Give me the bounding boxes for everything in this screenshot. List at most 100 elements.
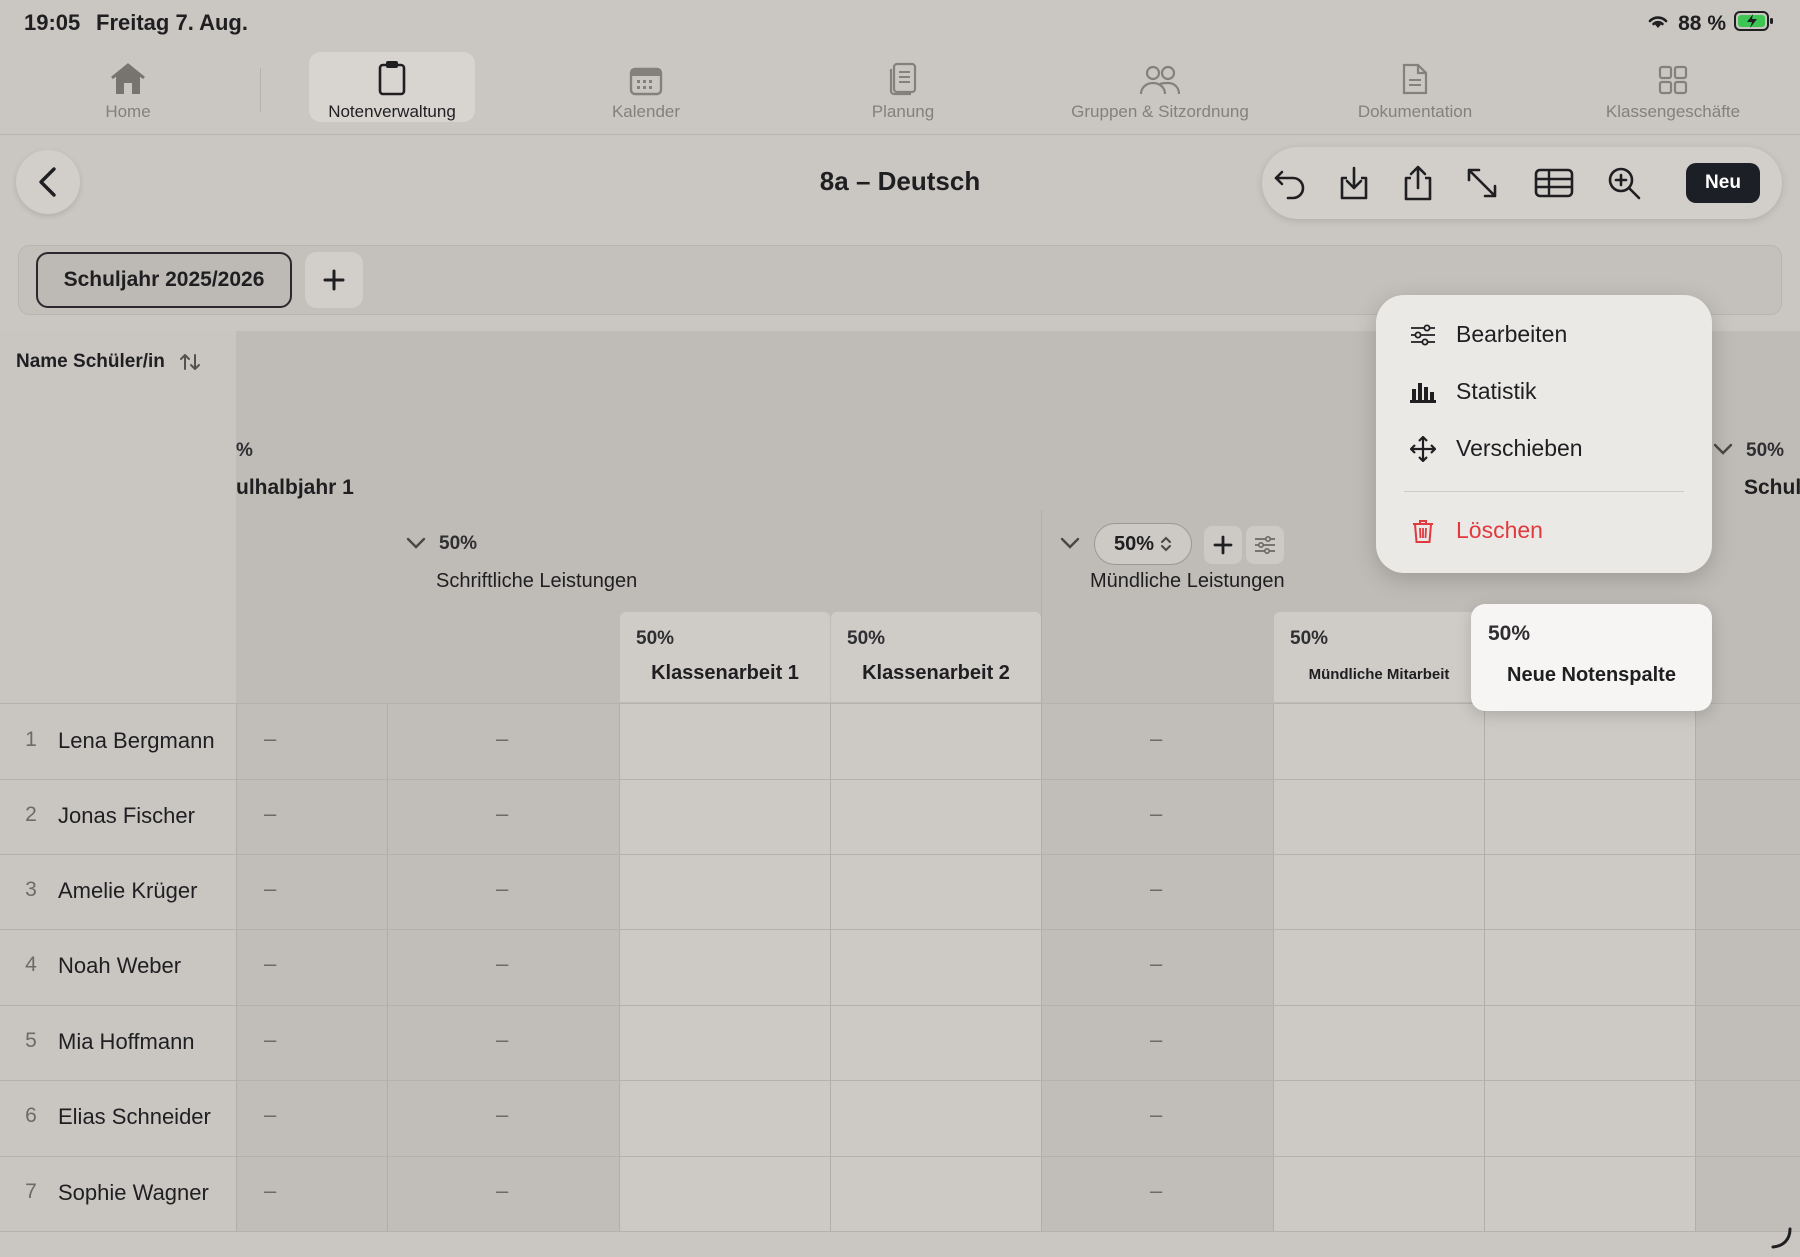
table-row[interactable]: 7 Sophie Wagner – – –	[0, 1157, 1800, 1231]
written-pct: 50%	[439, 533, 478, 554]
tab-gruppen[interactable]: Gruppen & Sitzordnung	[1058, 52, 1262, 122]
table-icon	[1534, 168, 1574, 198]
table-row[interactable]: 6 Elias Schneider – – –	[0, 1081, 1800, 1156]
student-name: Elias Schneider	[58, 1104, 211, 1129]
table-view-button[interactable]	[1534, 165, 1574, 201]
tab-dokumentation[interactable]: Dokumentation	[1345, 52, 1485, 122]
halfyear-grade[interactable]: –	[264, 951, 276, 977]
oral-grade[interactable]: –	[1150, 1102, 1162, 1128]
halfyear-grade[interactable]: –	[264, 876, 276, 902]
oral-pct: 50%	[1113, 532, 1155, 555]
tab-notenverwaltung[interactable]: Notenverwaltung	[309, 52, 475, 122]
row-number: 2	[25, 803, 37, 826]
written-grade[interactable]: –	[496, 1102, 508, 1128]
menu-item-edit[interactable]: Bearbeiten	[1410, 321, 1567, 348]
column-title: Neue Notenspalte	[1507, 664, 1676, 686]
sort-arrows-icon	[179, 354, 200, 370]
column-context-menu: Bearbeiten Statistik Verschieben Löschen	[1376, 295, 1712, 573]
written-collapse[interactable]	[405, 532, 427, 559]
menu-item-edit-label: Bearbeiten	[1456, 321, 1568, 347]
halfyear-2-collapse[interactable]	[1712, 438, 1734, 465]
sort-by-name[interactable]: Name Schüler/in	[16, 351, 201, 373]
battery-charging-icon	[1734, 11, 1774, 37]
menu-item-move[interactable]: Verschieben	[1410, 435, 1583, 462]
plus-icon	[1213, 535, 1233, 555]
oral-grade[interactable]: –	[1150, 726, 1162, 752]
column-pct: 50%	[847, 628, 886, 649]
calendar-icon	[629, 67, 663, 96]
toolbar: Neu	[1262, 147, 1782, 219]
written-grade[interactable]: –	[496, 1178, 508, 1204]
back-button[interactable]	[16, 150, 80, 214]
table-row[interactable]: 4 Noah Weber – – –	[0, 930, 1800, 1005]
grid-icon	[1658, 65, 1688, 95]
menu-item-delete[interactable]: Löschen	[1410, 517, 1543, 544]
top-tab-bar: Home Notenverwaltung Kalender Planung Gr…	[0, 52, 1800, 135]
share-button[interactable]	[1400, 165, 1436, 201]
column-header-klassenarbeit-1[interactable]: 50% Klassenarbeit 1	[620, 612, 830, 702]
table-row[interactable]: 2 Jonas Fischer – – –	[0, 780, 1800, 854]
column-header-muendliche-mitarbeit[interactable]: 50% Mündliche Mitarbeit	[1274, 612, 1484, 702]
people-icon	[1139, 65, 1181, 95]
category-settings-button[interactable]	[1246, 526, 1284, 564]
written-title: Schriftliche Leistungen	[436, 570, 638, 592]
expand-button[interactable]	[1464, 165, 1500, 201]
oral-grade[interactable]: –	[1150, 1178, 1162, 1204]
undo-button[interactable]	[1272, 165, 1308, 201]
halfyear-2-pct: 50%	[1746, 440, 1785, 461]
row-number: 7	[25, 1180, 37, 1203]
zoom-in-icon	[1608, 167, 1641, 200]
document-stack-icon	[889, 62, 917, 96]
row-number: 1	[25, 728, 37, 751]
halfyear-2-title: Schul	[1744, 476, 1800, 499]
halfyear-grade[interactable]: –	[264, 726, 276, 752]
add-year-button[interactable]	[305, 252, 363, 308]
tab-kalender[interactable]: Kalender	[596, 52, 696, 122]
halfyear-1-title: ulhalbjahr 1	[236, 476, 354, 499]
written-grade[interactable]: –	[496, 726, 508, 752]
written-grade[interactable]: –	[496, 951, 508, 977]
trash-icon	[1413, 519, 1433, 543]
tab-klassengeschaefte[interactable]: Klassengeschäfte	[1593, 52, 1753, 122]
add-column-button[interactable]	[1204, 526, 1242, 564]
tab-home[interactable]: Home	[78, 52, 178, 122]
written-grade[interactable]: –	[496, 1027, 508, 1053]
written-grade[interactable]: –	[496, 801, 508, 827]
tab-klassengeschaefte-label: Klassengeschäfte	[1605, 102, 1741, 121]
tab-planung[interactable]: Planung	[853, 52, 953, 122]
page-title: 8a – Deutsch	[819, 166, 981, 196]
table-row[interactable]: 1 Lena Bergmann – – –	[0, 704, 1800, 779]
oral-grade[interactable]: –	[1150, 951, 1162, 977]
wifi-icon	[1646, 12, 1670, 36]
oral-grade[interactable]: –	[1150, 801, 1162, 827]
student-name: Amelie Krüger	[58, 878, 198, 903]
table-row[interactable]: 5 Mia Hoffmann – – –	[0, 1006, 1800, 1080]
menu-item-delete-label: Löschen	[1456, 517, 1543, 543]
student-name: Jonas Fischer	[58, 803, 195, 828]
download-button[interactable]	[1336, 165, 1372, 201]
halfyear-grade[interactable]: –	[264, 1102, 276, 1128]
zoom-button[interactable]	[1606, 165, 1642, 201]
table-row[interactable]: 3 Amelie Krüger – – –	[0, 855, 1800, 929]
document-icon	[1402, 63, 1428, 95]
oral-title: Mündliche Leistungen	[1090, 570, 1285, 592]
oral-weight-stepper[interactable]: 50%	[1094, 523, 1192, 565]
column-header-klassenarbeit-2[interactable]: 50% Klassenarbeit 2	[831, 612, 1041, 702]
share-icon	[1404, 165, 1432, 201]
menu-item-statistics[interactable]: Statistik	[1410, 378, 1537, 405]
move-arrows-icon	[1410, 435, 1436, 462]
column-header-neue-notenspalte[interactable]: 50% Neue Notenspalte	[1471, 604, 1712, 711]
new-button[interactable]: Neu	[1686, 163, 1760, 203]
halfyear-grade[interactable]: –	[264, 1027, 276, 1053]
halfyear-grade[interactable]: –	[264, 1178, 276, 1204]
sliders-icon	[1255, 536, 1275, 554]
oral-collapse[interactable]	[1059, 532, 1081, 559]
year-chip[interactable]: Schuljahr 2025/2026	[36, 252, 292, 308]
column-title: Klassenarbeit 2	[862, 662, 1010, 684]
row-number: 6	[25, 1104, 37, 1127]
written-grade[interactable]: –	[496, 876, 508, 902]
halfyear-grade[interactable]: –	[264, 801, 276, 827]
status-time: 19:05	[24, 10, 81, 35]
oral-grade[interactable]: –	[1150, 876, 1162, 902]
oral-grade[interactable]: –	[1150, 1027, 1162, 1053]
